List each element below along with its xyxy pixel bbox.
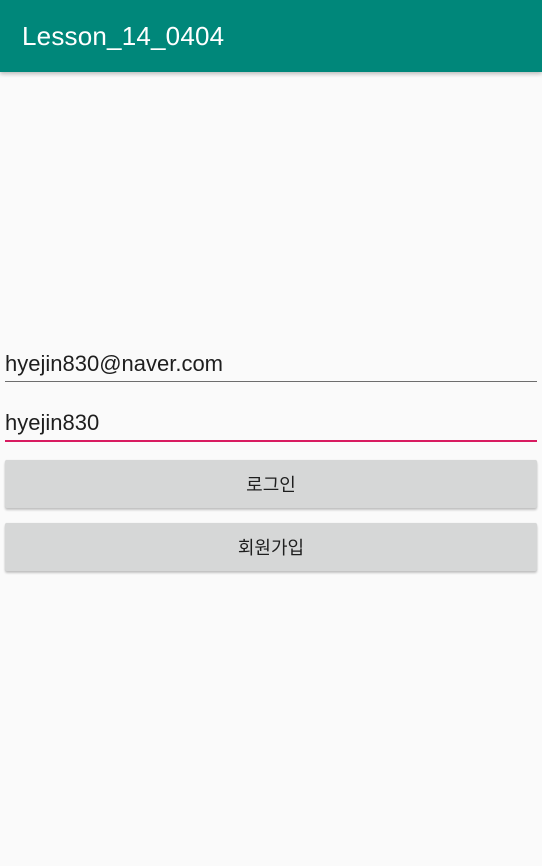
password-input[interactable]	[5, 408, 537, 438]
signup-button[interactable]: 회원가입	[5, 523, 537, 571]
login-button[interactable]: 로그인	[5, 460, 537, 508]
email-underline	[5, 381, 537, 382]
password-underline	[5, 440, 537, 442]
password-field[interactable]	[5, 408, 537, 442]
email-field[interactable]	[5, 349, 537, 382]
email-input[interactable]	[5, 349, 537, 379]
app-title: Lesson_14_0404	[22, 20, 225, 51]
app-bar: Lesson_14_0404	[0, 0, 542, 72]
